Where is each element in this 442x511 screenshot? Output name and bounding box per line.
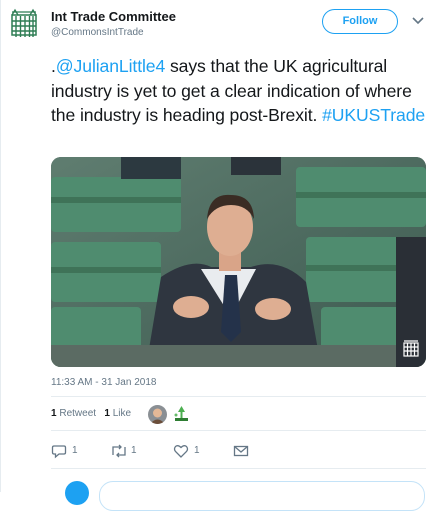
- chevron-down-icon[interactable]: [411, 14, 425, 26]
- tweet-stats: 1 Retweet 1 Like: [51, 408, 131, 419]
- retweets-label: Retweet: [59, 408, 97, 419]
- liker-avatar[interactable]: [172, 405, 191, 424]
- liker-avatar[interactable]: [148, 405, 167, 424]
- reply-icon: [51, 445, 67, 459]
- reply-input[interactable]: [99, 481, 425, 511]
- divider: [51, 468, 426, 469]
- tweet-timestamp[interactable]: 11:33 AM - 31 Jan 2018: [51, 377, 156, 388]
- heart-icon: [173, 445, 189, 458]
- retweet-icon: [112, 444, 126, 458]
- divider: [51, 396, 426, 397]
- divider: [51, 430, 426, 431]
- user-avatar: [65, 481, 89, 505]
- mention-link[interactable]: @JulianLittle4: [56, 56, 165, 76]
- likes-count: 1: [104, 408, 110, 419]
- follow-button[interactable]: Follow: [322, 9, 398, 34]
- hashtag-link[interactable]: #UKUSTrade: [322, 105, 425, 125]
- tweet-text: .@JulianLittle4 says that the UK agricul…: [51, 54, 436, 128]
- retweets-stat[interactable]: 1 Retweet: [51, 408, 96, 419]
- tweet-photo[interactable]: [51, 157, 426, 367]
- likes-label: Like: [112, 408, 132, 419]
- account-name[interactable]: Int Trade Committee: [51, 9, 176, 24]
- account-handle[interactable]: @CommonsIntTrade: [51, 27, 144, 38]
- likes-stat[interactable]: 1 Like: [104, 408, 131, 419]
- retweets-count: 1: [51, 408, 57, 419]
- portcullis-icon[interactable]: [11, 8, 37, 38]
- retweet-count: 1: [131, 445, 137, 456]
- tweet-card: Int Trade Committee @CommonsIntTrade Fol…: [0, 0, 442, 511]
- envelope-icon: [233, 445, 249, 457]
- reply-count: 1: [72, 445, 78, 456]
- timeline-rule: [0, 0, 1, 492]
- like-count: 1: [194, 445, 200, 456]
